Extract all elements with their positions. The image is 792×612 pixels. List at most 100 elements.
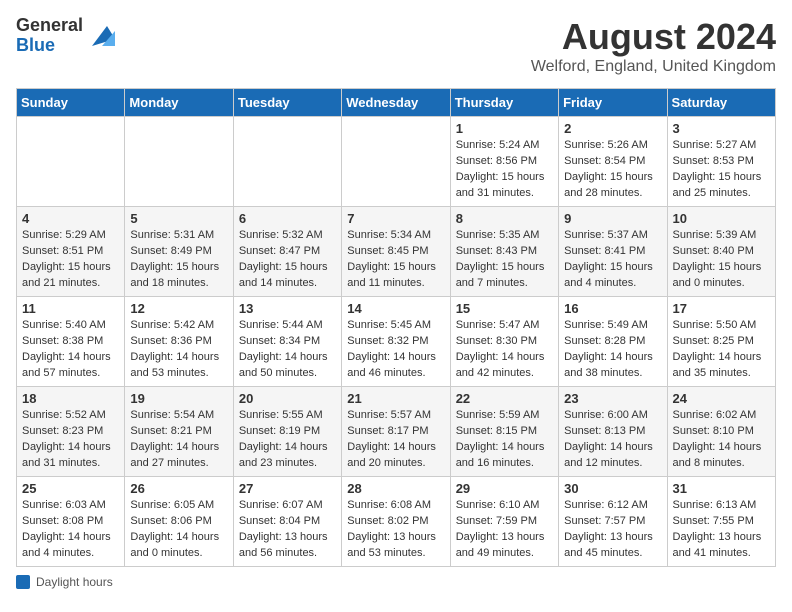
day-info: Sunrise: 5:26 AM Sunset: 8:54 PM Dayligh… — [564, 138, 661, 202]
day-info: Sunrise: 6:08 AM Sunset: 8:02 PM Dayligh… — [347, 498, 444, 562]
day-number: 28 — [347, 481, 444, 496]
day-info: Sunrise: 5:47 AM Sunset: 8:30 PM Dayligh… — [456, 318, 553, 382]
location-subtitle: Welford, England, United Kingdom — [531, 58, 776, 76]
table-row: 6 Sunrise: 5:32 AM Sunset: 8:47 PM Daylig… — [233, 207, 341, 297]
day-info: Sunrise: 5:59 AM Sunset: 8:15 PM Dayligh… — [456, 408, 553, 472]
col-thursday: Thursday — [450, 89, 558, 117]
day-info: Sunrise: 5:31 AM Sunset: 8:49 PM Dayligh… — [130, 228, 227, 292]
table-row: 1 Sunrise: 5:24 AM Sunset: 8:56 PM Daylig… — [450, 117, 558, 207]
table-row: 25 Sunrise: 6:03 AM Sunset: 8:08 PM Dayli… — [17, 477, 125, 567]
day-info: Sunrise: 5:55 AM Sunset: 8:19 PM Dayligh… — [239, 408, 336, 472]
table-row: 9 Sunrise: 5:37 AM Sunset: 8:41 PM Daylig… — [559, 207, 667, 297]
day-info: Sunrise: 6:13 AM Sunset: 7:55 PM Dayligh… — [673, 498, 770, 562]
legend: Daylight hours — [16, 575, 776, 589]
day-number: 12 — [130, 301, 227, 316]
logo-blue: Blue — [16, 36, 83, 56]
calendar-week-row: 11 Sunrise: 5:40 AM Sunset: 8:38 PM Dayli… — [17, 297, 776, 387]
table-row: 16 Sunrise: 5:49 AM Sunset: 8:28 PM Dayli… — [559, 297, 667, 387]
calendar-week-row: 18 Sunrise: 5:52 AM Sunset: 8:23 PM Dayli… — [17, 387, 776, 477]
table-row: 2 Sunrise: 5:26 AM Sunset: 8:54 PM Daylig… — [559, 117, 667, 207]
day-info: Sunrise: 6:02 AM Sunset: 8:10 PM Dayligh… — [673, 408, 770, 472]
day-info: Sunrise: 5:24 AM Sunset: 8:56 PM Dayligh… — [456, 138, 553, 202]
table-row: 5 Sunrise: 5:31 AM Sunset: 8:49 PM Daylig… — [125, 207, 233, 297]
table-row: 28 Sunrise: 6:08 AM Sunset: 8:02 PM Dayli… — [342, 477, 450, 567]
day-number: 8 — [456, 211, 553, 226]
day-number: 25 — [22, 481, 119, 496]
table-row: 3Sunrise: 5:27 AM Sunset: 8:53 PM Daylig… — [667, 117, 775, 207]
logo: General Blue — [16, 16, 117, 56]
day-info: Sunrise: 5:42 AM Sunset: 8:36 PM Dayligh… — [130, 318, 227, 382]
day-number: 19 — [130, 391, 227, 406]
day-number: 16 — [564, 301, 661, 316]
title-block: August 2024 Welford, England, United Kin… — [531, 16, 776, 76]
day-info: Sunrise: 5:54 AM Sunset: 8:21 PM Dayligh… — [130, 408, 227, 472]
table-row: 4 Sunrise: 5:29 AM Sunset: 8:51 PM Daylig… — [17, 207, 125, 297]
day-number: 26 — [130, 481, 227, 496]
day-number: 1 — [456, 121, 553, 136]
table-row: 23 Sunrise: 6:00 AM Sunset: 8:13 PM Dayli… — [559, 387, 667, 477]
day-number: 4 — [22, 211, 119, 226]
table-row: 17Sunrise: 5:50 AM Sunset: 8:25 PM Dayli… — [667, 297, 775, 387]
table-row: 13 Sunrise: 5:44 AM Sunset: 8:34 PM Dayli… — [233, 297, 341, 387]
table-row: 12 Sunrise: 5:42 AM Sunset: 8:36 PM Dayli… — [125, 297, 233, 387]
day-info: Sunrise: 5:32 AM Sunset: 8:47 PM Dayligh… — [239, 228, 336, 292]
day-number: 23 — [564, 391, 661, 406]
day-number: 10 — [673, 211, 770, 226]
day-number: 29 — [456, 481, 553, 496]
day-info: Sunrise: 6:05 AM Sunset: 8:06 PM Dayligh… — [130, 498, 227, 562]
col-wednesday: Wednesday — [342, 89, 450, 117]
table-row: 7Sunrise: 5:34 AM Sunset: 8:45 PM Daylig… — [342, 207, 450, 297]
day-info: Sunrise: 5:52 AM Sunset: 8:23 PM Dayligh… — [22, 408, 119, 472]
table-row: 15 Sunrise: 5:47 AM Sunset: 8:30 PM Dayli… — [450, 297, 558, 387]
table-row: 21Sunrise: 5:57 AM Sunset: 8:17 PM Dayli… — [342, 387, 450, 477]
day-info: Sunrise: 6:12 AM Sunset: 7:57 PM Dayligh… — [564, 498, 661, 562]
day-info: Sunrise: 6:03 AM Sunset: 8:08 PM Dayligh… — [22, 498, 119, 562]
day-info: Sunrise: 5:29 AM Sunset: 8:51 PM Dayligh… — [22, 228, 119, 292]
calendar-week-row: 1 Sunrise: 5:24 AM Sunset: 8:56 PM Daylig… — [17, 117, 776, 207]
day-info: Sunrise: 5:37 AM Sunset: 8:41 PM Dayligh… — [564, 228, 661, 292]
col-saturday: Saturday — [667, 89, 775, 117]
day-info: Sunrise: 5:40 AM Sunset: 8:38 PM Dayligh… — [22, 318, 119, 382]
table-row — [125, 117, 233, 207]
day-info: Sunrise: 6:10 AM Sunset: 7:59 PM Dayligh… — [456, 498, 553, 562]
table-row: 14Sunrise: 5:45 AM Sunset: 8:32 PM Dayli… — [342, 297, 450, 387]
table-row: 31Sunrise: 6:13 AM Sunset: 7:55 PM Dayli… — [667, 477, 775, 567]
month-year-title: August 2024 — [531, 16, 776, 58]
day-info: Sunrise: 6:00 AM Sunset: 8:13 PM Dayligh… — [564, 408, 661, 472]
day-number: 11 — [22, 301, 119, 316]
day-number: 17 — [673, 301, 770, 316]
table-row: 30 Sunrise: 6:12 AM Sunset: 7:57 PM Dayli… — [559, 477, 667, 567]
day-number: 2 — [564, 121, 661, 136]
day-number: 15 — [456, 301, 553, 316]
calendar-week-row: 25 Sunrise: 6:03 AM Sunset: 8:08 PM Dayli… — [17, 477, 776, 567]
logo-icon — [87, 21, 117, 51]
day-number: 30 — [564, 481, 661, 496]
day-number: 22 — [456, 391, 553, 406]
calendar-header-row: Sunday Monday Tuesday Wednesday Thursday… — [17, 89, 776, 117]
table-row — [17, 117, 125, 207]
page-header: General Blue August 2024 Welford, Englan… — [16, 16, 776, 76]
day-info: Sunrise: 5:39 AM Sunset: 8:40 PM Dayligh… — [673, 228, 770, 292]
day-number: 6 — [239, 211, 336, 226]
calendar-week-row: 4 Sunrise: 5:29 AM Sunset: 8:51 PM Daylig… — [17, 207, 776, 297]
col-friday: Friday — [559, 89, 667, 117]
day-number: 3 — [673, 121, 770, 136]
day-info: Sunrise: 5:49 AM Sunset: 8:28 PM Dayligh… — [564, 318, 661, 382]
day-info: Sunrise: 5:34 AM Sunset: 8:45 PM Dayligh… — [347, 228, 444, 292]
day-info: Sunrise: 5:44 AM Sunset: 8:34 PM Dayligh… — [239, 318, 336, 382]
col-sunday: Sunday — [17, 89, 125, 117]
day-number: 20 — [239, 391, 336, 406]
day-number: 13 — [239, 301, 336, 316]
day-number: 18 — [22, 391, 119, 406]
table-row: 27Sunrise: 6:07 AM Sunset: 8:04 PM Dayli… — [233, 477, 341, 567]
day-number: 9 — [564, 211, 661, 226]
day-info: Sunrise: 5:45 AM Sunset: 8:32 PM Dayligh… — [347, 318, 444, 382]
table-row: 29 Sunrise: 6:10 AM Sunset: 7:59 PM Dayli… — [450, 477, 558, 567]
table-row: 19 Sunrise: 5:54 AM Sunset: 8:21 PM Dayli… — [125, 387, 233, 477]
table-row — [233, 117, 341, 207]
day-number: 5 — [130, 211, 227, 226]
day-info: Sunrise: 5:57 AM Sunset: 8:17 PM Dayligh… — [347, 408, 444, 472]
table-row: 24Sunrise: 6:02 AM Sunset: 8:10 PM Dayli… — [667, 387, 775, 477]
legend-color-box — [16, 575, 30, 589]
col-monday: Monday — [125, 89, 233, 117]
